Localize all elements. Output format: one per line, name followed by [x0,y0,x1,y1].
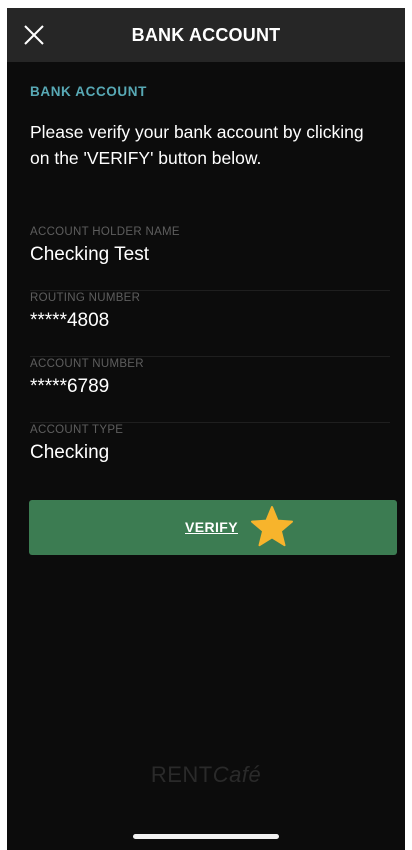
section-label: BANK ACCOUNT [30,84,147,99]
field-label: ACCOUNT HOLDER NAME [30,226,180,238]
routing-number-field: ROUTING NUMBER *****4808 [30,292,390,357]
field-label: ROUTING NUMBER [30,292,141,304]
app-screen: BANK ACCOUNT BANK ACCOUNT Please verify … [7,8,405,850]
star-icon [251,506,293,547]
brand-cafe: Café [212,762,262,787]
header-bar: BANK ACCOUNT [7,8,405,62]
verify-button-label[interactable]: VERIFY [185,519,238,535]
field-value: *****4808 [30,310,110,331]
field-label: ACCOUNT TYPE [30,424,124,436]
account-number-field: ACCOUNT NUMBER *****6789 [30,358,390,423]
account-holder-name-field: ACCOUNT HOLDER NAME Checking Test [30,226,390,291]
rentcafe-logo: RENTCafé [7,762,405,788]
page-title: BANK ACCOUNT [131,25,281,45]
brand-rent: RENT [150,762,213,787]
account-type-field: ACCOUNT TYPE Checking [30,424,390,488]
field-value: Checking Test [30,244,149,265]
instructions-text: Please verify your bank account by click… [30,122,364,168]
home-indicator [133,834,279,839]
field-value: Checking [30,442,110,463]
field-label: ACCOUNT NUMBER [30,358,144,370]
field-value: *****6789 [30,376,110,397]
verify-button[interactable]: VERIFY [29,500,397,555]
